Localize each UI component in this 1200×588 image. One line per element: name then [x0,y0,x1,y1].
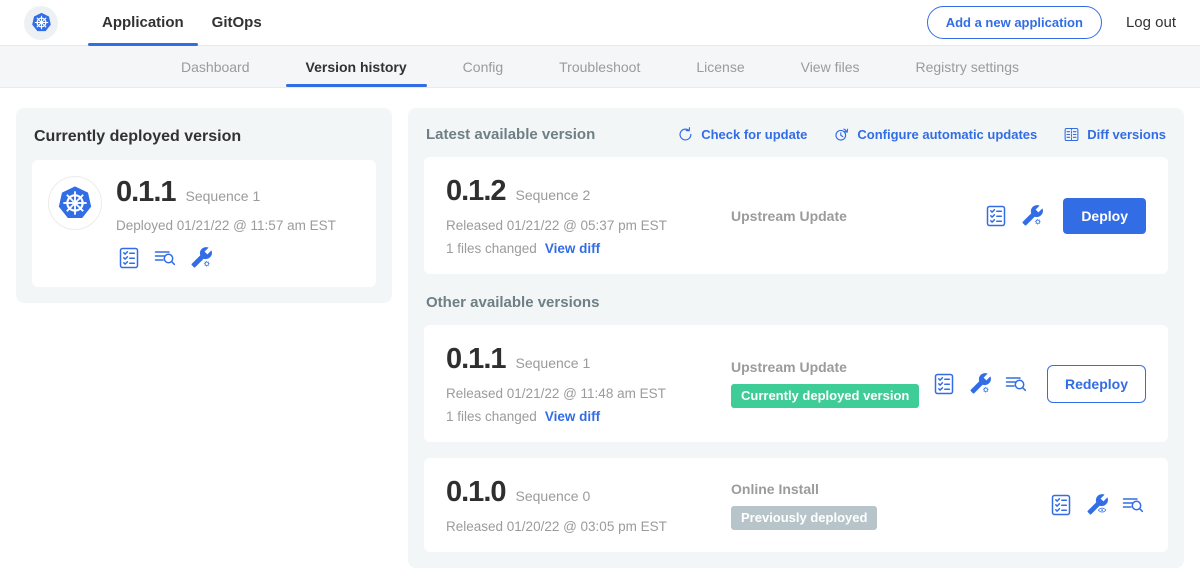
deployed-version-card: 0.1.1 Sequence 1 Deployed 01/21/22 @ 11:… [32,160,376,287]
release-notes-icon[interactable] [983,203,1009,229]
view-logs-icon[interactable] [1003,371,1029,397]
sequence-label: Sequence 0 [516,488,591,504]
version-number: 0.1.2 [446,175,506,208]
add-application-button[interactable]: Add a new application [927,6,1102,39]
previously-deployed-badge: Previously deployed [731,506,877,530]
check-for-update-link[interactable]: Check for update [677,126,807,143]
release-notes-icon[interactable] [1048,492,1074,518]
released-timestamp: Released 01/21/22 @ 05:37 pm EST [446,218,731,233]
subnav-tab-version-history[interactable]: Version history [278,46,435,87]
sequence-label: Sequence 1 [516,355,591,371]
other-versions-title: Other available versions [426,294,1166,311]
release-notes-icon[interactable] [931,371,957,397]
subnav-tab-license[interactable]: License [668,46,772,87]
subnav-tab-view-files[interactable]: View files [773,46,888,87]
configure-automatic-updates-link[interactable]: Configure automatic updates [833,126,1037,143]
source-label: Upstream Update [731,208,983,224]
subnav-tab-registry-settings[interactable]: Registry settings [888,46,1047,87]
released-timestamp: Released 01/21/22 @ 11:48 am EST [446,386,731,401]
redeploy-button[interactable]: Redeploy [1047,365,1146,403]
version-actions: Redeploy [931,365,1146,403]
version-source: Upstream Update [731,208,983,224]
version-number: 0.1.0 [446,476,506,509]
subnav-tab-dashboard[interactable]: Dashboard [153,46,278,87]
app-kubernetes-icon [48,176,102,230]
header-right: Add a new application Log out [927,0,1176,45]
kots-admin-console: Application GitOps Add a new application… [0,0,1200,564]
update-actions: Check for update Configure automatic upd… [677,126,1166,143]
deployed-actions [116,245,336,271]
configure-automatic-updates-label: Configure automatic updates [857,127,1037,142]
version-source: Online Install Previously deployed [731,481,1048,530]
subnav-tab-config[interactable]: Config [435,46,531,87]
version-info: 0.1.0 Sequence 0 Released 01/20/22 @ 03:… [446,476,731,534]
version-source: Upstream Update Currently deployed versi… [731,359,931,408]
view-logs-icon[interactable] [152,245,178,271]
app-subnav: Dashboard Version history Config Trouble… [0,46,1200,88]
app-logo [24,0,58,45]
currently-deployed-title: Currently deployed version [34,128,376,146]
release-notes-icon[interactable] [116,245,142,271]
main-content: Currently deployed version 0.1.1 Sequenc… [0,88,1200,588]
schedule-update-icon [833,126,850,143]
deploy-button[interactable]: Deploy [1063,198,1146,234]
top-header: Application GitOps Add a new application… [0,0,1200,46]
version-actions [1048,492,1146,518]
files-changed-label: 1 files changed [446,241,537,256]
source-label: Online Install [731,481,1048,497]
files-changed-label: 1 files changed [446,409,537,424]
currently-deployed-panel: Currently deployed version 0.1.1 Sequenc… [16,108,392,303]
sequence-label: Sequence 2 [516,187,591,203]
view-diff-link[interactable]: View diff [545,409,600,424]
edit-config-icon[interactable] [188,245,214,271]
tab-gitops[interactable]: GitOps [198,0,276,45]
version-history-panel: Latest available version Check for updat… [408,108,1184,568]
latest-version-title: Latest available version [426,126,595,143]
version-number: 0.1.1 [446,343,506,376]
diff-versions-link[interactable]: Diff versions [1063,126,1166,143]
deployed-version-number: 0.1.1 [116,176,176,209]
tab-application[interactable]: Application [88,0,198,45]
header-tabs: Application GitOps [88,0,276,45]
kubernetes-logo-icon [24,6,58,40]
diff-icon [1063,126,1080,143]
view-config-icon[interactable] [1084,492,1110,518]
currently-deployed-badge: Currently deployed version [731,384,919,408]
latest-version-header: Latest available version Check for updat… [426,126,1166,143]
deployed-version-info: 0.1.1 Sequence 1 Deployed 01/21/22 @ 11:… [116,176,336,271]
deployed-timestamp: Deployed 01/21/22 @ 11:57 am EST [116,218,336,233]
check-for-update-label: Check for update [701,127,807,142]
deployed-sequence-label: Sequence 1 [186,188,261,204]
edit-config-icon[interactable] [967,371,993,397]
logout-button[interactable]: Log out [1126,14,1176,31]
version-card-0-1-2: 0.1.2 Sequence 2 Released 01/21/22 @ 05:… [424,157,1168,274]
source-label: Upstream Update [731,359,931,375]
edit-config-icon[interactable] [1019,203,1045,229]
refresh-icon [677,126,694,143]
diff-versions-label: Diff versions [1087,127,1166,142]
version-info: 0.1.1 Sequence 1 Released 01/21/22 @ 11:… [446,343,731,424]
view-logs-icon[interactable] [1120,492,1146,518]
released-timestamp: Released 01/20/22 @ 03:05 pm EST [446,519,731,534]
view-diff-link[interactable]: View diff [545,241,600,256]
version-card-0-1-0: 0.1.0 Sequence 0 Released 01/20/22 @ 03:… [424,458,1168,552]
version-card-0-1-1: 0.1.1 Sequence 1 Released 01/21/22 @ 11:… [424,325,1168,442]
version-actions: Deploy [983,198,1146,234]
version-info: 0.1.2 Sequence 2 Released 01/21/22 @ 05:… [446,175,731,256]
subnav-tab-troubleshoot[interactable]: Troubleshoot [531,46,668,87]
